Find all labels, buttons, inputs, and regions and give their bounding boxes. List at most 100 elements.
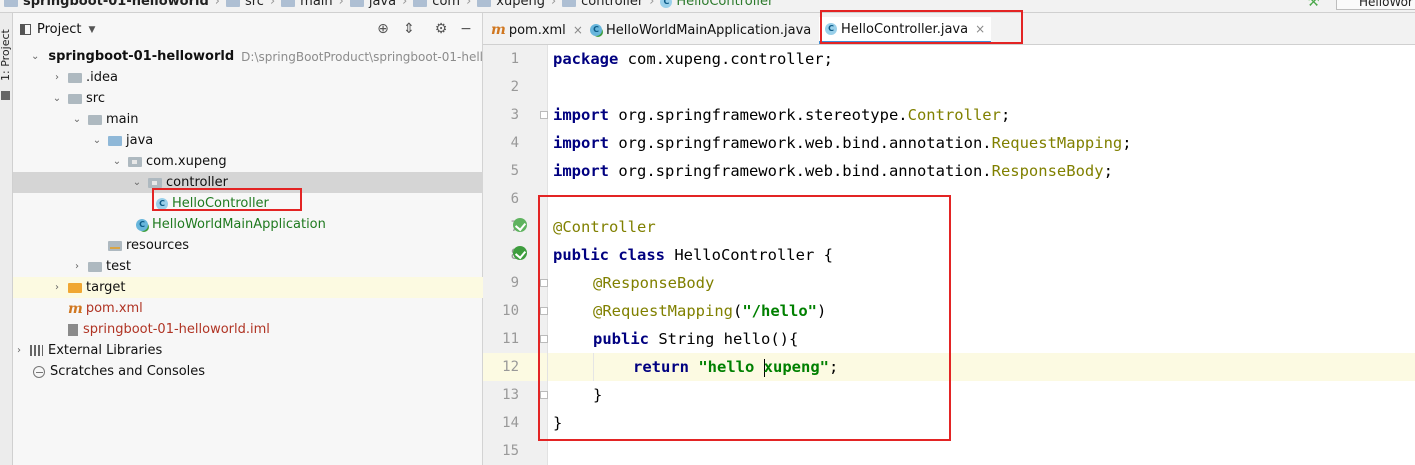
line-number: 9 — [510, 275, 519, 291]
scratches-icon — [33, 365, 45, 378]
line-number: 11 — [502, 331, 519, 347]
spring-bean-icon[interactable] — [513, 218, 527, 232]
code-line: public String hello(){ — [593, 330, 799, 348]
locate-icon[interactable]: ⊕ — [374, 21, 392, 37]
line-number: 2 — [510, 79, 519, 95]
code-line: @Controller — [553, 218, 656, 236]
tab-hellocontroller[interactable]: C HelloController.java × — [819, 17, 992, 44]
maven-icon: m — [491, 22, 506, 38]
library-icon — [30, 345, 43, 356]
tree-item-src[interactable]: ⌄ src — [13, 88, 520, 109]
build-hammer-icon[interactable]: ⚒ — [1307, 0, 1320, 10]
indent-guide — [593, 353, 594, 381]
source-folder-icon — [108, 135, 122, 146]
structure-icon[interactable] — [1, 91, 10, 100]
tree-item-idea[interactable]: › .idea — [13, 67, 520, 88]
hide-icon[interactable]: − — [457, 21, 475, 37]
breadcrumb-hellocontroller[interactable]: C HelloController — [660, 0, 773, 9]
folder-icon — [413, 0, 428, 7]
tab-pom-xml[interactable]: m pom.xml × — [485, 17, 589, 43]
tree-item-external-libraries[interactable]: › External Libraries — [13, 340, 482, 361]
code-line: return "hello xupeng"; — [633, 358, 839, 377]
folder-icon — [562, 0, 577, 7]
fold-marker-icon[interactable] — [540, 307, 548, 315]
project-tool-tab[interactable]: 1: Project — [0, 21, 12, 81]
fold-marker-icon[interactable] — [540, 391, 548, 399]
tree-item-iml[interactable]: springboot-01-helloworld.iml — [13, 319, 537, 340]
code-line: public class HelloController { — [553, 246, 833, 264]
tab-helloworldmainapplication[interactable]: C HelloWorldMainApplication.java × — [584, 17, 834, 43]
folder-icon — [88, 114, 102, 125]
run-configuration-select[interactable]: HelloWor — [1336, 0, 1415, 10]
chevron-right-icon[interactable]: › — [71, 261, 83, 272]
folder-icon — [68, 93, 82, 104]
tree-item-target[interactable]: › target — [13, 277, 520, 298]
class-icon: C — [156, 197, 168, 210]
project-icon — [20, 24, 31, 35]
close-icon[interactable]: × — [975, 22, 985, 36]
code-line: package com.xupeng.controller; — [553, 50, 833, 68]
fold-marker-icon[interactable] — [540, 279, 548, 287]
resources-folder-icon — [108, 240, 122, 251]
breadcrumb-project[interactable]: springboot-01-helloworld — [4, 0, 209, 9]
line-number: 6 — [510, 191, 519, 207]
close-icon[interactable]: × — [573, 23, 583, 37]
code-line: } — [553, 414, 563, 432]
package-icon — [148, 177, 162, 188]
breadcrumb-src[interactable]: src — [225, 0, 264, 9]
folder-icon — [349, 0, 364, 7]
chevron-down-icon[interactable]: ⌄ — [131, 177, 143, 188]
code-editor[interactable]: package com.xupeng.controller; import or… — [548, 45, 1415, 465]
collapse-all-icon[interactable]: ⇕ — [400, 21, 418, 37]
code-line: @ResponseBody — [593, 274, 715, 292]
chevron-right-icon[interactable]: › — [51, 72, 63, 83]
code-line: import org.springframework.web.bind.anno… — [553, 134, 1132, 152]
code-line: @RequestMapping("/hello") — [593, 302, 827, 320]
editor-gutter[interactable]: 1 2 3 4 5 6 7 8 9 10 11 12 13 14 15 — [483, 45, 548, 465]
line-number: 1 — [510, 51, 519, 67]
class-icon: C — [825, 23, 837, 35]
line-number: 10 — [502, 303, 519, 319]
gear-icon[interactable]: ⚙ — [432, 21, 450, 37]
line-number: 15 — [502, 443, 519, 459]
project-view-selector[interactable]: Project ▼ — [20, 22, 95, 37]
breadcrumb-xupeng[interactable]: xupeng — [477, 0, 545, 9]
chevron-right-icon[interactable]: › — [51, 282, 63, 293]
folder-icon — [281, 0, 296, 7]
spring-boot-class-icon: C — [590, 24, 602, 36]
tree-item-project-root[interactable]: ⌄ springboot-01-helloworld D:\springBoot… — [13, 46, 508, 67]
tree-item-pom-xml[interactable]: m pom.xml — [13, 298, 537, 319]
spring-boot-class-icon: C — [136, 218, 148, 231]
folder-icon — [88, 261, 102, 272]
tree-item-scratches[interactable]: Scratches and Consoles — [13, 361, 502, 382]
folder-icon — [4, 0, 18, 7]
chevron-down-icon[interactable]: ⌄ — [31, 51, 39, 62]
project-panel: Project ▼ ⊕ ⇕ ⚙ − ⌄ springboot-01-hellow… — [13, 13, 600, 465]
chevron-down-icon[interactable]: ⌄ — [71, 114, 83, 125]
chevron-down-icon[interactable]: ⌄ — [111, 156, 123, 167]
tree-item-java[interactable]: ⌄ java — [13, 130, 560, 151]
fold-marker-icon[interactable] — [540, 335, 548, 343]
line-number: 14 — [502, 415, 519, 431]
line-number: 13 — [502, 387, 519, 403]
tree-item-test[interactable]: › test — [13, 256, 540, 277]
breadcrumb-java[interactable]: java — [349, 0, 396, 9]
chevron-down-icon[interactable]: ⌄ — [51, 93, 63, 104]
tree-item-resources[interactable]: › resources — [13, 235, 560, 256]
tree-item-main[interactable]: ⌄ main — [13, 109, 540, 130]
chevron-right-icon[interactable]: › — [13, 345, 25, 356]
spring-bean-icon[interactable] — [513, 246, 527, 260]
folder-icon — [225, 0, 240, 7]
breadcrumb: springboot-01-helloworld › src › main › jav… — [4, 0, 779, 9]
module-file-icon — [68, 323, 78, 336]
breadcrumb-controller[interactable]: controller — [562, 0, 643, 9]
class-icon: C — [660, 0, 673, 8]
line-number: 12 — [483, 353, 547, 381]
line-number: 5 — [510, 163, 519, 179]
breadcrumb-com[interactable]: com — [413, 0, 460, 9]
fold-marker-icon[interactable] — [540, 111, 548, 119]
chevron-down-icon[interactable]: ⌄ — [91, 135, 103, 146]
project-panel-header: Project ▼ ⊕ ⇕ ⚙ − — [13, 19, 482, 43]
breadcrumb-main[interactable]: main — [281, 0, 333, 9]
tool-window-strip: 1: Project — [0, 13, 13, 465]
